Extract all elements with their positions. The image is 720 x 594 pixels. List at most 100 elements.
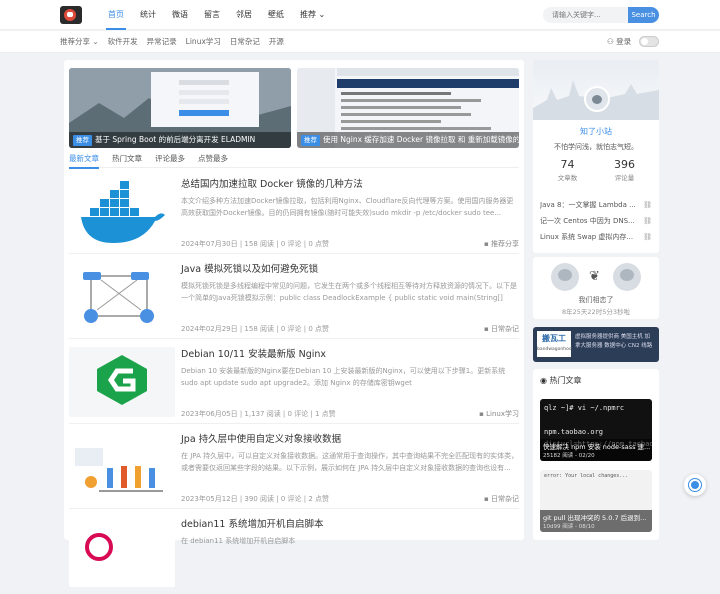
love-duration: 8年25天22时5分3秒啦 (562, 308, 630, 316)
banner-card[interactable]: 推荐 基于 Spring Boot 的前后端分离开发 ELADMIN (69, 68, 291, 148)
love-card: ❦ 我们相恋了 8年25天22时5分3秒啦 (533, 257, 659, 319)
hot-caption: git pull 出现冲突的 5.0.7 后退到... 10d99 阅读 - 08… (540, 510, 652, 532)
fire-icon: ◉ (540, 376, 550, 385)
nav-wallpaper[interactable]: 壁纸 (260, 0, 292, 30)
hot-article-card[interactable]: qlz ~]# vi ~/.npmrc npm.taobao.org distu… (540, 399, 652, 461)
nav-stats[interactable]: 统计 (132, 0, 164, 30)
site-logo[interactable] (60, 6, 82, 24)
article-meta: 2024年07月30日 | 158 阅读 | 0 评论 | 0 点赞 (181, 240, 329, 248)
article-category[interactable]: ▪ 日常杂记 (484, 494, 519, 504)
nav-recommend-label: 推荐 (300, 10, 316, 19)
stat-comments-count: 396 (614, 158, 635, 171)
category-recommend[interactable]: 推荐分享 ⌄ (60, 31, 108, 53)
article-title[interactable]: Java 模拟死锁以及如何避免死锁 (181, 261, 318, 275)
stat-comments-label: 评论量 (614, 174, 635, 182)
pinned-link[interactable]: Linux 系统 Swap 虚拟内存... ⛓ (540, 229, 652, 245)
theme-toggle[interactable] (639, 36, 659, 47)
banner-caption: 推荐 基于 Spring Boot 的前后端分离开发 ELADMIN (69, 132, 291, 148)
login-label: 登录 (616, 37, 632, 46)
banner-title: 使用 Nginx 缓存加速 Docker 镜像拉取 和 重新加载镜像的问题 (323, 135, 519, 144)
hot-card-title: git pull 出现冲突的 5.0.7 后退到... (543, 514, 647, 522)
article-summary: 本文介绍多种方法加速Docker镜像拉取，包括利用Nginx、Cloudflar… (181, 197, 514, 217)
profile-avatar[interactable] (584, 86, 610, 112)
main-nav: 首页 统计 微语 留言 邻居 壁纸 推荐 ⌄ (100, 0, 333, 30)
stat-articles-count: 74 (560, 158, 575, 171)
ad-logo: 搬瓦工 bandwagonhost (537, 331, 573, 357)
nav-guestbook[interactable]: 留言 (196, 0, 228, 30)
stat-articles: 74 文章数 (536, 158, 599, 182)
hot-code-preview: error: Your local changes... (544, 473, 629, 479)
banner-title: 基于 Spring Boot 的前后端分离开发 ELADMIN (95, 135, 256, 144)
theme-settings-button[interactable] (684, 474, 706, 496)
bookmark-icon: ▪ (484, 325, 491, 333)
profile-motto: 不怕学问浅，就怕志气短。 (554, 143, 638, 151)
category-linux[interactable]: Linux学习 (186, 31, 230, 53)
article-category-label: Linux学习 (486, 410, 519, 418)
login-link[interactable]: ⚇ 登录 (607, 31, 631, 53)
article-category-label: 日常杂记 (491, 495, 519, 503)
hot-card-meta: 10d99 阅读 - 08/10 (543, 524, 595, 530)
article-item[interactable]: Debian 10/11 安装最新版 Nginx Debian 10 安装最新版… (69, 340, 519, 424)
article-summary: 在 JPA 持久层中，可以自定义对象接收数据。这通常用于查询操作，其中查询结果不… (181, 452, 519, 472)
nav-neighbors[interactable]: 邻居 (228, 0, 260, 30)
nav-recommend[interactable]: 推荐 ⌄ (292, 0, 333, 30)
search-input[interactable] (543, 7, 629, 23)
article-title[interactable]: debian11 系统增加开机自启脚本 (181, 516, 324, 530)
tab-hot[interactable]: 热门文章 (112, 152, 142, 167)
article-title[interactable]: 总结国内加速拉取 Docker 镜像的几种方法 (181, 176, 363, 190)
article-meta: 2023年06月05日 | 1,137 阅读 | 0 评论 | 1 点赞 (181, 410, 336, 418)
nav-weiyu[interactable]: 微语 (164, 0, 196, 30)
hot-card-meta: 25182 阅读 - 02/20 (543, 453, 595, 459)
hot-header: ◉ 热门文章 (540, 375, 582, 386)
article-meta: 2024年02月29日 | 158 阅读 | 0 评论 | 0 点赞 (181, 325, 329, 333)
nav-home[interactable]: 首页 (100, 0, 132, 30)
search-button[interactable]: Search (628, 7, 659, 23)
article-category-label: 推荐分享 (491, 240, 519, 248)
main-content: 推荐 基于 Spring Boot 的前后端分离开发 ELADMIN 推荐 使用 N… (64, 60, 524, 587)
category-exceptions[interactable]: 异常记录 (147, 31, 186, 53)
pinned-link[interactable]: Java 8：一文掌握 Lambda ... ⛓ (540, 197, 652, 213)
article-item[interactable]: Java 模拟死锁以及如何避免死锁 模拟死锁死锁是多线程编程中常见的问题，它发生… (69, 255, 519, 339)
article-item[interactable]: 总结国内加速拉取 Docker 镜像的几种方法 本文介绍多种方法加速Docker… (69, 170, 519, 254)
article-summary: Debian 10 安装最新版的Nginx要在Debian 10 上安装最新版的… (181, 367, 506, 387)
link-icon: ⛓ (643, 233, 652, 241)
bookmark-icon: ▪ (484, 495, 491, 503)
tab-latest[interactable]: 最新文章 (69, 152, 99, 169)
article-item[interactable]: Jpa 持久层中使用自定义对象接收数据 在 JPA 持久层中，可以自定义对象接收… (69, 425, 519, 509)
article-item[interactable]: debian11 系统增加开机自启脚本 在 debian11 系统增加开机自启脚… (69, 510, 519, 594)
category-opensource[interactable]: 开源 (269, 31, 293, 53)
top-header: 首页 统计 微语 留言 邻居 壁纸 推荐 ⌄ Search (0, 0, 720, 30)
category-daily[interactable]: 日常杂记 (230, 31, 269, 53)
profile-card: 知了小站 不怕学问浅，就怕志气短。 74 文章数 396 评论量 Java 8：… (533, 60, 659, 253)
category-nav: 推荐分享 ⌄ 软件开发 异常记录 Linux学习 日常杂记 开源 (60, 31, 293, 53)
article-title[interactable]: Jpa 持久层中使用自定义对象接收数据 (181, 431, 341, 445)
docker-thumbnail (69, 177, 175, 247)
pinned-link-label: Linux 系统 Swap 虚拟内存... (540, 233, 634, 241)
article-category[interactable]: ▪ Linux学习 (479, 409, 519, 419)
article-summary: 在 debian11 系统增加开机自启脚本 (181, 537, 296, 545)
tab-most-comments[interactable]: 评论最多 (155, 152, 185, 167)
tab-most-likes[interactable]: 点赞最多 (198, 152, 228, 167)
link-icon: ⛓ (643, 201, 652, 209)
pinned-link-label: 记一次 Centos 中因为 DNS... (540, 217, 635, 225)
banner-card[interactable]: 推荐 使用 Nginx 缓存加速 Docker 镜像拉取 和 重新加载镜像的问题 (297, 68, 519, 148)
hot-articles: ◉ 热门文章 qlz ~]# vi ~/.npmrc npm.taobao.or… (533, 369, 659, 540)
hot-article-card[interactable]: error: Your local changes... git pull 出现… (540, 470, 652, 532)
love-text: 我们相恋了 (578, 296, 614, 304)
article-category[interactable]: ▪ 日常杂记 (484, 324, 519, 334)
category-dev[interactable]: 软件开发 (108, 31, 147, 53)
article-category[interactable]: ▪ 推荐分享 (484, 239, 519, 249)
banner-caption: 推荐 使用 Nginx 缓存加速 Docker 镜像拉取 和 重新加载镜像的问题 (297, 132, 519, 148)
ad-logo-sub: bandwagonhost (537, 347, 573, 352)
java-thumbnail (69, 432, 175, 502)
chevron-down-icon: ⌄ (90, 37, 99, 46)
hot-title: 热门文章 (549, 376, 582, 385)
article-title[interactable]: Debian 10/11 安装最新版 Nginx (181, 346, 326, 360)
profile-name[interactable]: 知了小站 (533, 126, 659, 137)
heart-icon: ❦ (589, 269, 600, 284)
article-meta: 2023年05月12日 | 390 阅读 | 0 评论 | 2 点赞 (181, 495, 329, 503)
pinned-link[interactable]: 记一次 Centos 中因为 DNS... ⛓ (540, 213, 652, 229)
category-bar: 推荐分享 ⌄ 软件开发 异常记录 Linux学习 日常杂记 开源 ⚇ 登录 (0, 31, 720, 53)
ad-banner[interactable]: 搬瓦工 bandwagonhost 虚拟服务器提供商 美国主机 加拿大服务器 数据… (533, 327, 659, 362)
article-category-label: 日常杂记 (491, 325, 519, 333)
